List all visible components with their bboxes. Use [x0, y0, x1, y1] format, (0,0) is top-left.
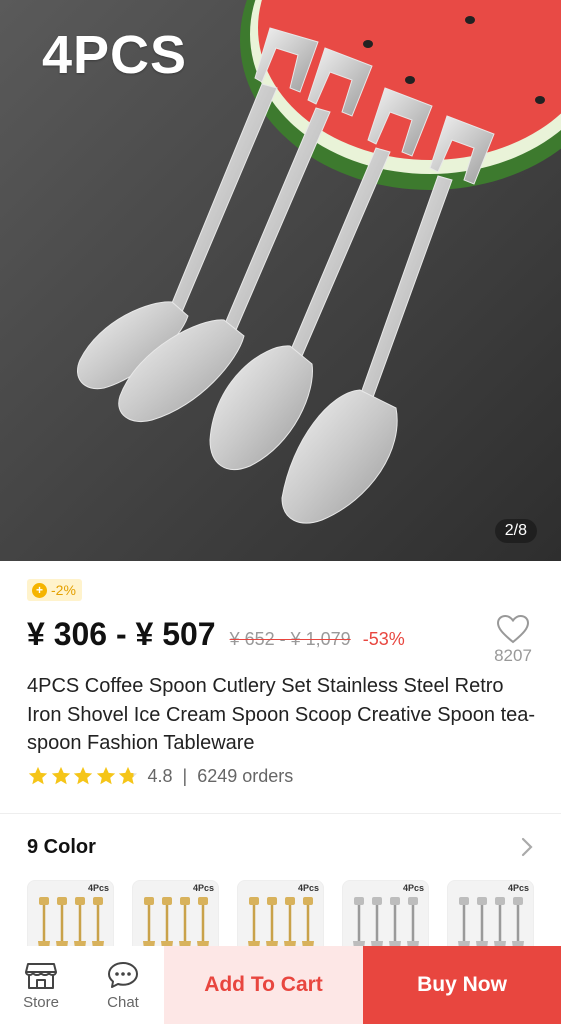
- image-caption: 4PCS: [42, 25, 188, 85]
- wishlist-button[interactable]: 8207: [490, 614, 536, 666]
- star-rating: [27, 765, 140, 787]
- wishlist-count: 8207: [494, 646, 532, 665]
- variant-section-title[interactable]: 9 Color: [27, 836, 96, 859]
- discount-badge: + -2%: [27, 579, 82, 601]
- thumb-label: 4Pcs: [87, 883, 109, 893]
- discount-badge-text: -2%: [51, 582, 76, 598]
- image-counter: 2/8: [494, 519, 537, 543]
- star-icon: [96, 766, 115, 785]
- percent-off: -53%: [362, 629, 405, 649]
- rating-separator: |: [182, 765, 188, 786]
- current-price: ¥ 306 - ¥ 507: [27, 616, 216, 652]
- rating-value: 4.8: [147, 765, 173, 786]
- thumb-label: 4Pcs: [192, 883, 214, 893]
- coin-icon: +: [32, 582, 47, 598]
- product-title: 4PCS Coffee Spoon Cutlery Set Stainless …: [27, 675, 536, 754]
- star-half-icon: [118, 766, 138, 785]
- add-to-cart-button[interactable]: Add To Cart: [164, 946, 363, 1024]
- store-button[interactable]: Store: [0, 946, 82, 1024]
- star-icon: [28, 766, 48, 785]
- original-price: ¥ 652 - ¥ 1,079: [229, 629, 351, 649]
- product-image[interactable]: 4PCS 2/8: [0, 0, 561, 561]
- price-row: ¥ 306 - ¥ 507 ¥ 652 - ¥ 1,079 -53%: [27, 616, 405, 653]
- chat-button[interactable]: Chat: [82, 946, 164, 1024]
- store-label: Store: [23, 993, 59, 1011]
- chat-icon: [108, 961, 138, 988]
- orders-count: 6249 orders: [197, 765, 294, 786]
- star-icon: [51, 766, 70, 785]
- rating-row[interactable]: 4.8 | 6249 orders: [27, 765, 293, 787]
- heart-icon: [496, 614, 530, 644]
- thumb-label: 4Pcs: [507, 883, 529, 893]
- bottom-action-bar: Store Chat Add To Cart Buy Now: [0, 946, 561, 1024]
- thumb-label: 4Pcs: [402, 883, 424, 893]
- chevron-right-icon[interactable]: [520, 836, 534, 864]
- store-icon: [25, 962, 57, 989]
- star-icon: [73, 766, 93, 785]
- section-divider: [0, 813, 561, 814]
- chat-label: Chat: [107, 993, 139, 1011]
- thumb-label: 4Pcs: [297, 883, 319, 893]
- buy-now-button[interactable]: Buy Now: [363, 946, 561, 1024]
